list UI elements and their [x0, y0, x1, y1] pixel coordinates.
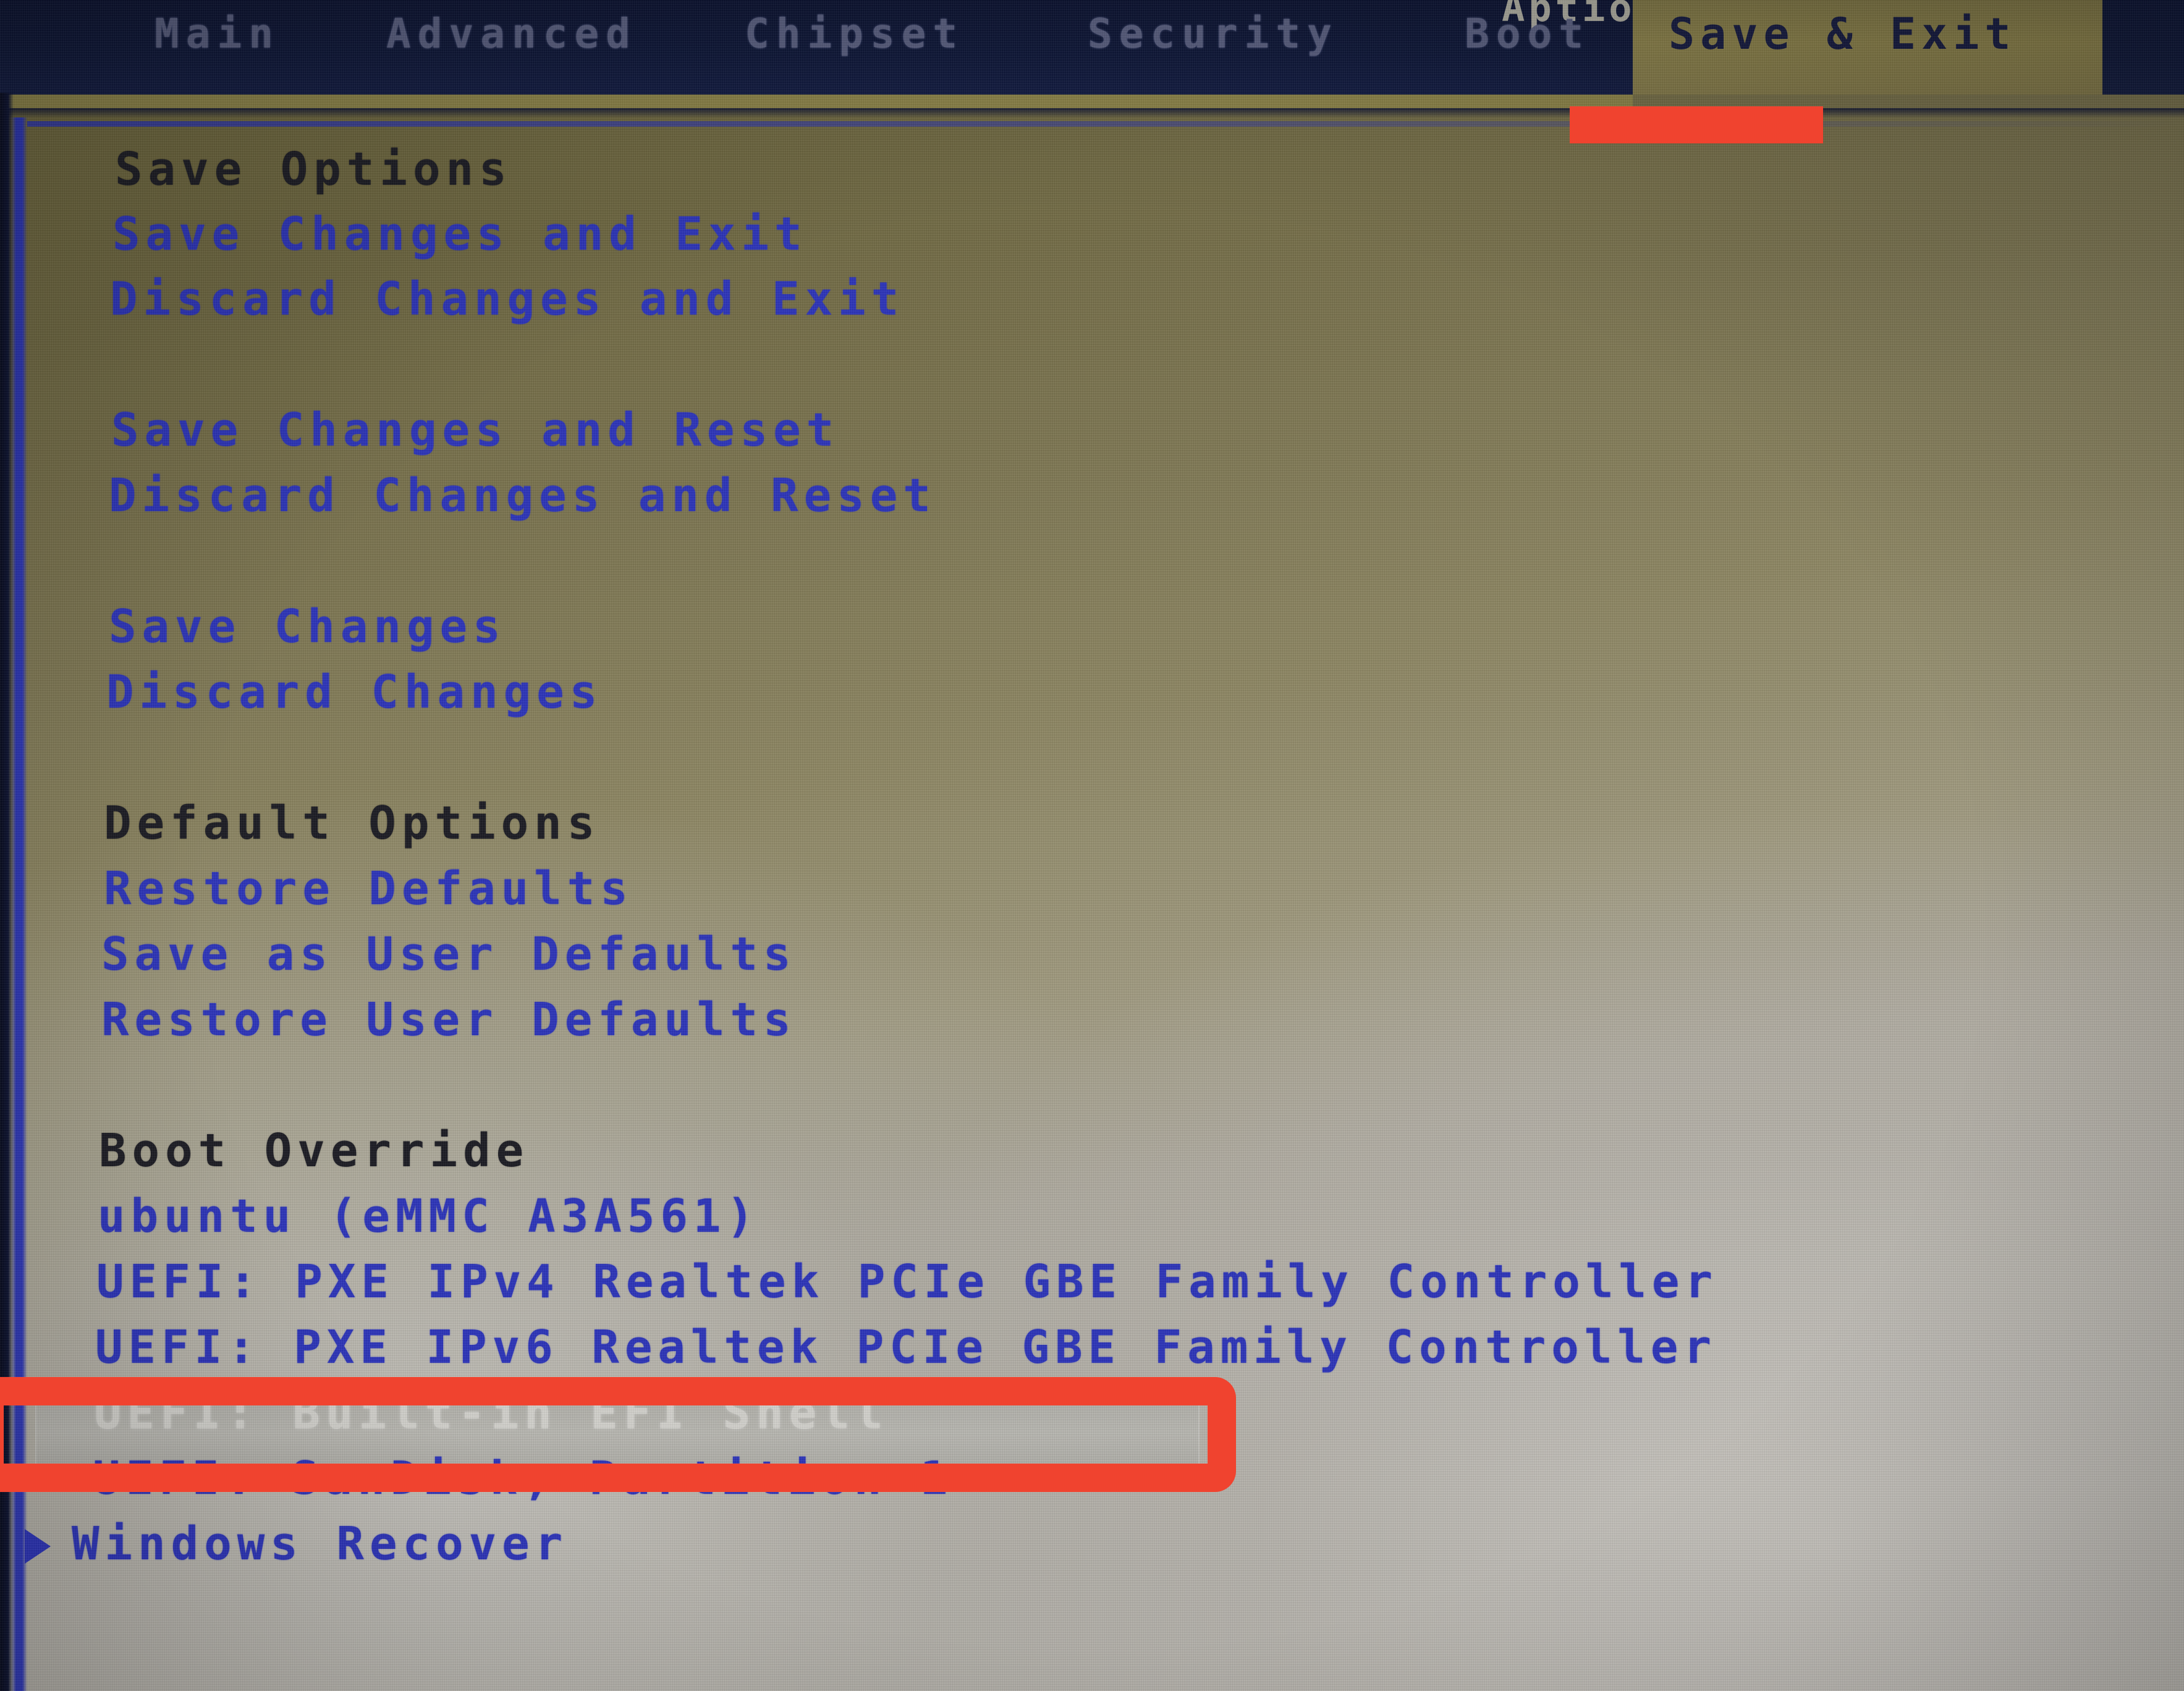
section-header-boot-override: Boot Override	[99, 1124, 530, 1177]
section-header-save-options: Save Options	[115, 143, 512, 196]
menu-item-restore-defaults[interactable]: Restore Defaults	[104, 866, 633, 912]
boot-override-windows-recover[interactable]: Windows Recover	[25, 1521, 568, 1567]
menu-item-save-changes-and-reset[interactable]: Save Changes and Reset	[111, 407, 839, 453]
boot-override-uefi-pxe-ipv6-realtek[interactable]: UEFI: PXE IPv6 Realtek PCIe GBE Family C…	[95, 1324, 1717, 1370]
menu-item-discard-changes-and-exit[interactable]: Discard Changes and Exit	[110, 276, 904, 322]
bios-setup-screen: Aptio Setup - AMI Main Advanced Chipset …	[0, 0, 2184, 1691]
section-header-default-options: Default Options	[104, 797, 601, 850]
menu-item-discard-changes-and-reset[interactable]: Discard Changes and Reset	[109, 473, 936, 519]
menu-item-save-as-user-defaults[interactable]: Save as User Defaults	[101, 931, 797, 977]
menu-item-restore-user-defaults[interactable]: Restore User Defaults	[101, 997, 797, 1043]
menu-item-discard-changes[interactable]: Discard Changes	[106, 669, 603, 715]
annotation-save-exit-tab-marker	[1570, 106, 1823, 143]
submenu-arrow-icon	[25, 1529, 51, 1564]
menu-item-save-changes-and-exit[interactable]: Save Changes and Exit	[112, 211, 808, 257]
annotation-efi-shell-highlight-box	[0, 1377, 1236, 1492]
boot-override-uefi-pxe-ipv4-realtek[interactable]: UEFI: PXE IPv4 Realtek PCIe GBE Family C…	[96, 1259, 1718, 1305]
menu-item-save-changes[interactable]: Save Changes	[109, 604, 506, 650]
boot-override-windows-recover-label: Windows Recover	[72, 1517, 569, 1570]
boot-override-ubuntu-emmc[interactable]: ubuntu (eMMC A3A561)	[98, 1193, 760, 1239]
